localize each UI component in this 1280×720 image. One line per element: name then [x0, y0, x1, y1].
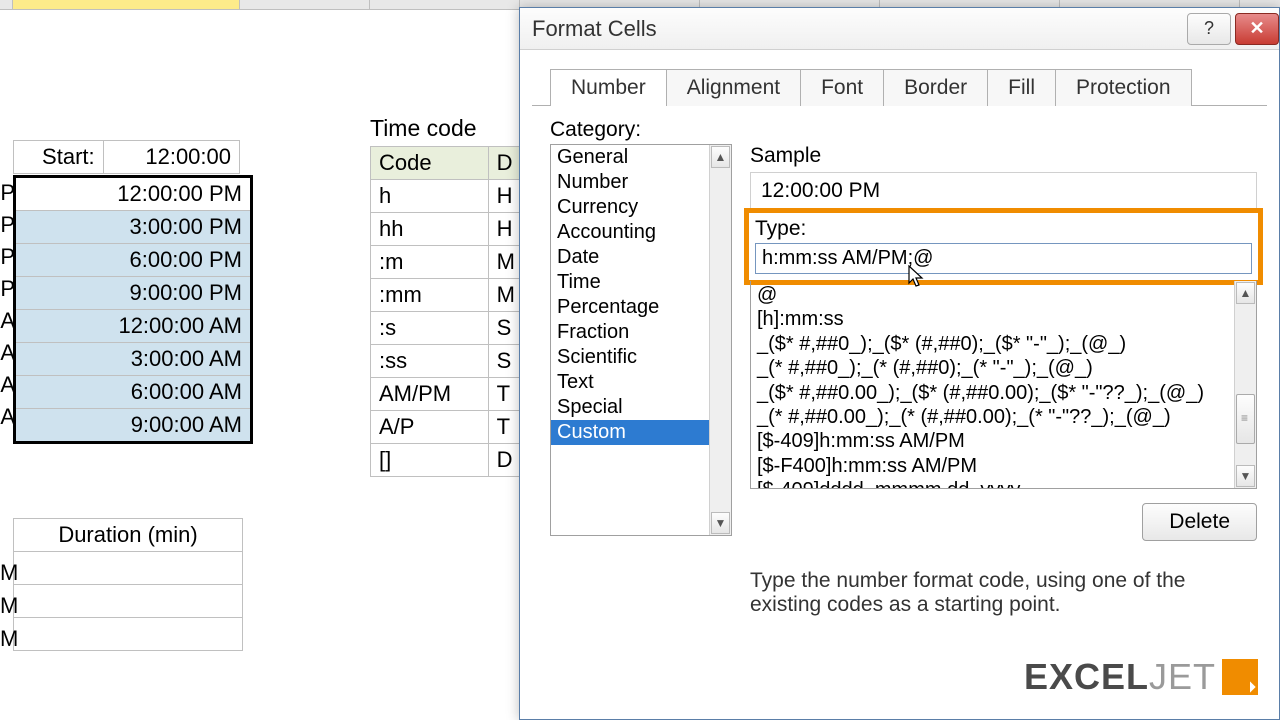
category-item[interactable]: Percentage	[551, 295, 709, 320]
duration-cell[interactable]	[14, 585, 243, 618]
category-listbox[interactable]: GeneralNumberCurrencyAccountingDateTimeP…	[550, 144, 732, 536]
scroll-down-icon[interactable]: ▼	[1236, 465, 1255, 487]
category-item[interactable]: Time	[551, 270, 709, 295]
type-label: Type:	[755, 217, 1252, 241]
ref-code: h	[371, 180, 489, 213]
ampm-sliver: P	[0, 177, 15, 209]
ampm-sliver: P	[0, 209, 15, 241]
ref-code: []	[371, 444, 489, 477]
ref-code: AM/PM	[371, 378, 489, 411]
ref-code: :mm	[371, 279, 489, 312]
close-button[interactable]: ✕	[1235, 13, 1279, 45]
category-label: Category:	[550, 118, 1257, 142]
ref-header-code: Code	[371, 147, 489, 180]
ref-code: hh	[371, 213, 489, 246]
category-item[interactable]: Scientific	[551, 345, 709, 370]
scroll-up-icon[interactable]: ▲	[1236, 282, 1255, 304]
format-item[interactable]: [h]:mm:ss	[757, 307, 1228, 331]
scroll-down-icon[interactable]: ▼	[711, 512, 730, 534]
type-highlight: Type:	[744, 208, 1263, 285]
m-sliver: M	[0, 622, 15, 655]
dialog-tabs: NumberAlignmentFontBorderFillProtection	[520, 50, 1279, 105]
ref-code: A/P	[371, 411, 489, 444]
close-icon: ✕	[1249, 18, 1264, 39]
ref-code: :ss	[371, 345, 489, 378]
duration-header: Duration (min)	[14, 519, 243, 552]
delete-button[interactable]: Delete	[1142, 503, 1257, 541]
help-button[interactable]: ?	[1187, 13, 1231, 45]
format-item[interactable]: [$-409]dddd, mmmm dd, yyyy	[757, 478, 1228, 488]
format-item[interactable]: _($* #,##0.00_);_($* (#,##0.00);_($* "-"…	[757, 381, 1228, 405]
time-cell[interactable]: 9:00:00 AM	[15, 409, 252, 443]
dialog-title: Format Cells	[532, 16, 657, 42]
format-item[interactable]: [$-409]h:mm:ss AM/PM	[757, 429, 1228, 453]
time-cell[interactable]: 12:00:00 PM	[15, 177, 252, 211]
category-item[interactable]: Number	[551, 170, 709, 195]
start-label: Start:	[14, 141, 104, 174]
time-cell[interactable]: 12:00:00 AM	[15, 310, 252, 343]
hint-text: Type the number format code, using one o…	[750, 541, 1257, 617]
category-item[interactable]: Fraction	[551, 320, 709, 345]
category-item[interactable]: Text	[551, 370, 709, 395]
ampm-sliver: A	[0, 337, 15, 369]
ref-code: :s	[371, 312, 489, 345]
tab-number[interactable]: Number	[550, 69, 667, 106]
listbox-scrollbar[interactable]: ▲ ▼	[709, 145, 731, 535]
time-cell[interactable]: 3:00:00 PM	[15, 211, 252, 244]
category-item[interactable]: Accounting	[551, 220, 709, 245]
category-item[interactable]: Custom	[551, 420, 709, 445]
ref-code: :m	[371, 246, 489, 279]
format-item[interactable]: @	[757, 283, 1228, 307]
help-icon: ?	[1204, 18, 1214, 39]
tab-font[interactable]: Font	[800, 69, 884, 106]
format-item[interactable]: _($* #,##0_);_($* (#,##0);_($* "-"_);_(@…	[757, 332, 1228, 356]
time-cell[interactable]: 3:00:00 AM	[15, 343, 252, 376]
time-cell[interactable]: 6:00:00 AM	[15, 376, 252, 409]
tab-border[interactable]: Border	[883, 69, 988, 106]
type-input[interactable]	[755, 243, 1252, 274]
format-scrollbar[interactable]: ▲ ▼	[1234, 281, 1256, 488]
tab-protection[interactable]: Protection	[1055, 69, 1192, 106]
sample-value: 12:00:00 PM	[750, 172, 1257, 210]
category-item[interactable]: Special	[551, 395, 709, 420]
duration-cell[interactable]	[14, 618, 243, 651]
dialog-titlebar[interactable]: Format Cells ? ✕	[520, 8, 1279, 50]
format-listbox[interactable]: @[h]:mm:ss_($* #,##0_);_($* (#,##0);_($*…	[750, 281, 1257, 489]
format-cells-dialog: Format Cells ? ✕ NumberAlignmentFontBord…	[519, 7, 1280, 720]
scroll-up-icon[interactable]: ▲	[711, 146, 730, 168]
duration-cell[interactable]	[14, 552, 243, 585]
format-item[interactable]: _(* #,##0.00_);_(* (#,##0.00);_(* "-"??_…	[757, 405, 1228, 429]
ampm-sliver: P	[0, 273, 15, 305]
category-item[interactable]: Currency	[551, 195, 709, 220]
ampm-sliver: A	[0, 401, 15, 433]
start-value: 12:00:00	[103, 141, 239, 174]
ampm-sliver: A	[0, 369, 15, 401]
col-header-d[interactable]	[13, 0, 240, 9]
ampm-sliver: P	[0, 241, 15, 273]
category-item[interactable]: General	[551, 145, 709, 170]
watermark: EXCELJET	[1024, 656, 1258, 698]
time-cell[interactable]: 6:00:00 PM	[15, 244, 252, 277]
category-item[interactable]: Date	[551, 245, 709, 270]
selected-range[interactable]: 12:00:00 PM3:00:00 PM6:00:00 PM9:00:00 P…	[13, 175, 253, 444]
m-sliver: M	[0, 556, 15, 589]
tab-fill[interactable]: Fill	[987, 69, 1056, 106]
tab-alignment[interactable]: Alignment	[666, 69, 801, 106]
ampm-sliver: A	[0, 305, 15, 337]
format-item[interactable]: [$-F400]h:mm:ss AM/PM	[757, 454, 1228, 478]
format-item[interactable]: _(* #,##0_);_(* (#,##0);_(* "-"_);_(@_)	[757, 356, 1228, 380]
sample-label: Sample	[750, 144, 1257, 168]
watermark-logo-icon	[1222, 659, 1258, 695]
scroll-thumb[interactable]	[1236, 394, 1255, 444]
m-sliver: M	[0, 589, 15, 622]
time-cell[interactable]: 9:00:00 PM	[15, 277, 252, 310]
